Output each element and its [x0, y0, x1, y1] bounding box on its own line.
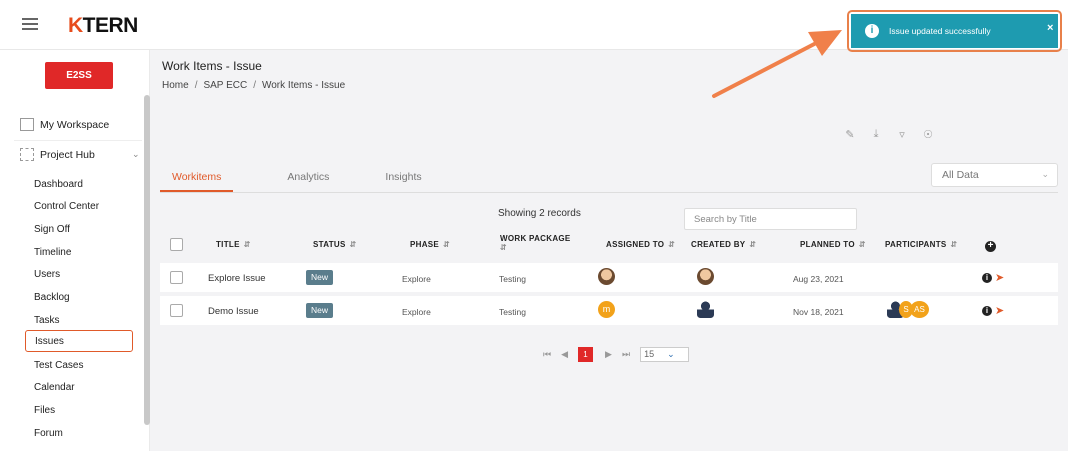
tab-divider [160, 192, 1058, 193]
info-icon: i [865, 24, 879, 38]
row-checkbox[interactable] [170, 304, 183, 317]
tab-insights[interactable]: Insights [373, 168, 423, 192]
table-row[interactable]: Demo Issue New Explore Testing m Nov 18,… [160, 296, 1058, 325]
toolbar: ✎ ⤓ ▿ ☉ [844, 128, 934, 141]
row-checkbox[interactable] [170, 271, 183, 284]
table-row[interactable]: Explore Issue New Explore Testing Aug 23… [160, 263, 1058, 292]
select-all-checkbox[interactable] [170, 238, 183, 251]
page-size-select[interactable]: 15 ⌄ [640, 347, 689, 362]
status-badge: New [306, 270, 333, 285]
search-input[interactable]: Search by Title [684, 208, 857, 230]
created-by-avatar[interactable] [697, 268, 714, 285]
sidebar-item-label: Project Hub [40, 148, 95, 161]
row-planned-to: Aug 23, 2021 [793, 274, 844, 284]
sidebar-item-issues[interactable]: Issues [25, 330, 133, 352]
row-title[interactable]: Demo Issue [208, 306, 259, 317]
close-icon[interactable]: × [1047, 22, 1053, 34]
participant-avatar[interactable]: AS [910, 301, 929, 318]
row-title[interactable]: Explore Issue [208, 273, 266, 284]
main-content: Work Items - Issue Home / SAP ECC / Work Ite… [150, 50, 1068, 451]
sidebar-item-dashboard[interactable]: Dashboard [34, 179, 83, 190]
row-work-package: Testing [499, 307, 526, 317]
status-badge: New [306, 303, 333, 318]
records-count: Showing 2 records [498, 208, 581, 219]
chevron-down-icon: ⌄ [667, 349, 675, 359]
send-icon[interactable]: ➤ [995, 304, 1004, 317]
row-phase: Explore [402, 274, 431, 284]
prev-page-icon[interactable]: ◀ [561, 349, 568, 360]
created-by-avatar[interactable] [697, 301, 714, 318]
app-logo[interactable]: KTERN [68, 14, 138, 38]
column-status[interactable]: Status ⇵ [313, 240, 357, 249]
column-planned-to[interactable]: Planned To ⇵ [800, 240, 866, 249]
row-planned-to: Nov 18, 2021 [793, 307, 844, 317]
send-icon[interactable]: ➤ [995, 271, 1004, 284]
sidebar-item-timeline[interactable]: Timeline [34, 247, 71, 258]
data-filter-value: All Data [942, 169, 979, 181]
breadcrumb-project[interactable]: SAP ECC [203, 80, 247, 91]
assigned-avatar[interactable] [598, 268, 615, 285]
tab-workitems[interactable]: Workitems [160, 168, 234, 192]
project-badge[interactable]: E2SS [45, 62, 113, 89]
info-icon[interactable]: i [982, 273, 992, 283]
download-icon[interactable]: ⤓ [870, 128, 882, 141]
column-participants[interactable]: Participants ⇵ [885, 240, 958, 249]
hamburger-menu-icon[interactable] [22, 18, 38, 30]
sidebar-item-my-workspace[interactable]: My Workspace [20, 118, 109, 131]
sidebar: E2SS My Workspace Project Hub ⌄ Dashboar… [0, 50, 150, 451]
breadcrumb-home[interactable]: Home [162, 80, 189, 91]
sidebar-item-calendar[interactable]: Calendar [34, 382, 75, 393]
chevron-down-icon: ⌄ [1041, 169, 1049, 179]
sidebar-divider [14, 140, 142, 141]
data-filter-select[interactable]: All Data ⌄ [931, 163, 1058, 187]
sidebar-item-files[interactable]: Files [34, 405, 55, 416]
settings-icon[interactable]: ☉ [922, 128, 934, 141]
current-page-button[interactable]: 1 [578, 347, 594, 362]
row-phase: Explore [402, 307, 431, 317]
sidebar-item-sign-off[interactable]: Sign Off [34, 224, 70, 235]
column-title[interactable]: Title ⇵ [216, 240, 251, 249]
filter-icon[interactable]: ▿ [896, 128, 908, 141]
info-icon[interactable]: i [982, 306, 992, 316]
project-hub-icon [20, 148, 34, 161]
next-page-icon[interactable]: ▶ [605, 349, 612, 360]
add-column-icon[interactable]: + [985, 241, 996, 252]
tab-analytics[interactable]: Analytics [275, 168, 331, 192]
sidebar-item-forum[interactable]: Forum [34, 428, 63, 439]
assigned-avatar[interactable]: m [598, 301, 615, 318]
row-work-package: Testing [499, 274, 526, 284]
column-assigned-to[interactable]: Assigned To ⇵ [606, 240, 675, 249]
toast-message: Issue updated successfully [889, 26, 991, 36]
edit-icon[interactable]: ✎ [844, 128, 856, 141]
sidebar-item-label: My Workspace [40, 118, 110, 131]
workspace-icon [20, 118, 34, 131]
tab-bar: Workitems Analytics Insights [160, 168, 466, 192]
sidebar-item-tasks[interactable]: Tasks [34, 315, 60, 326]
first-page-icon[interactable]: ⏮ [543, 349, 551, 360]
sidebar-item-backlog[interactable]: Backlog [34, 292, 70, 303]
toast-notification: i Issue updated successfully × [851, 14, 1058, 48]
page-title: Work Items - Issue [162, 59, 262, 73]
column-phase[interactable]: Phase ⇵ [410, 240, 450, 249]
pagination: ⏮ ◀ 1 ▶ ⏭ 15 ⌄ [543, 347, 689, 362]
breadcrumb-current: Work Items - Issue [261, 80, 346, 91]
sidebar-item-project-hub[interactable]: Project Hub ⌄ [20, 148, 140, 161]
column-created-by[interactable]: Created By ⇵ [691, 240, 756, 249]
sidebar-item-control-center[interactable]: Control Center [34, 201, 99, 212]
last-page-icon[interactable]: ⏭ [622, 349, 630, 360]
sidebar-item-users[interactable]: Users [34, 269, 60, 280]
breadcrumb: Home / SAP ECC / Work Items - Issue [162, 80, 346, 91]
column-work-package[interactable]: Work Package ⇵ [500, 234, 571, 252]
sidebar-item-test-cases[interactable]: Test Cases [34, 360, 83, 371]
chevron-down-icon: ⌄ [132, 149, 140, 159]
